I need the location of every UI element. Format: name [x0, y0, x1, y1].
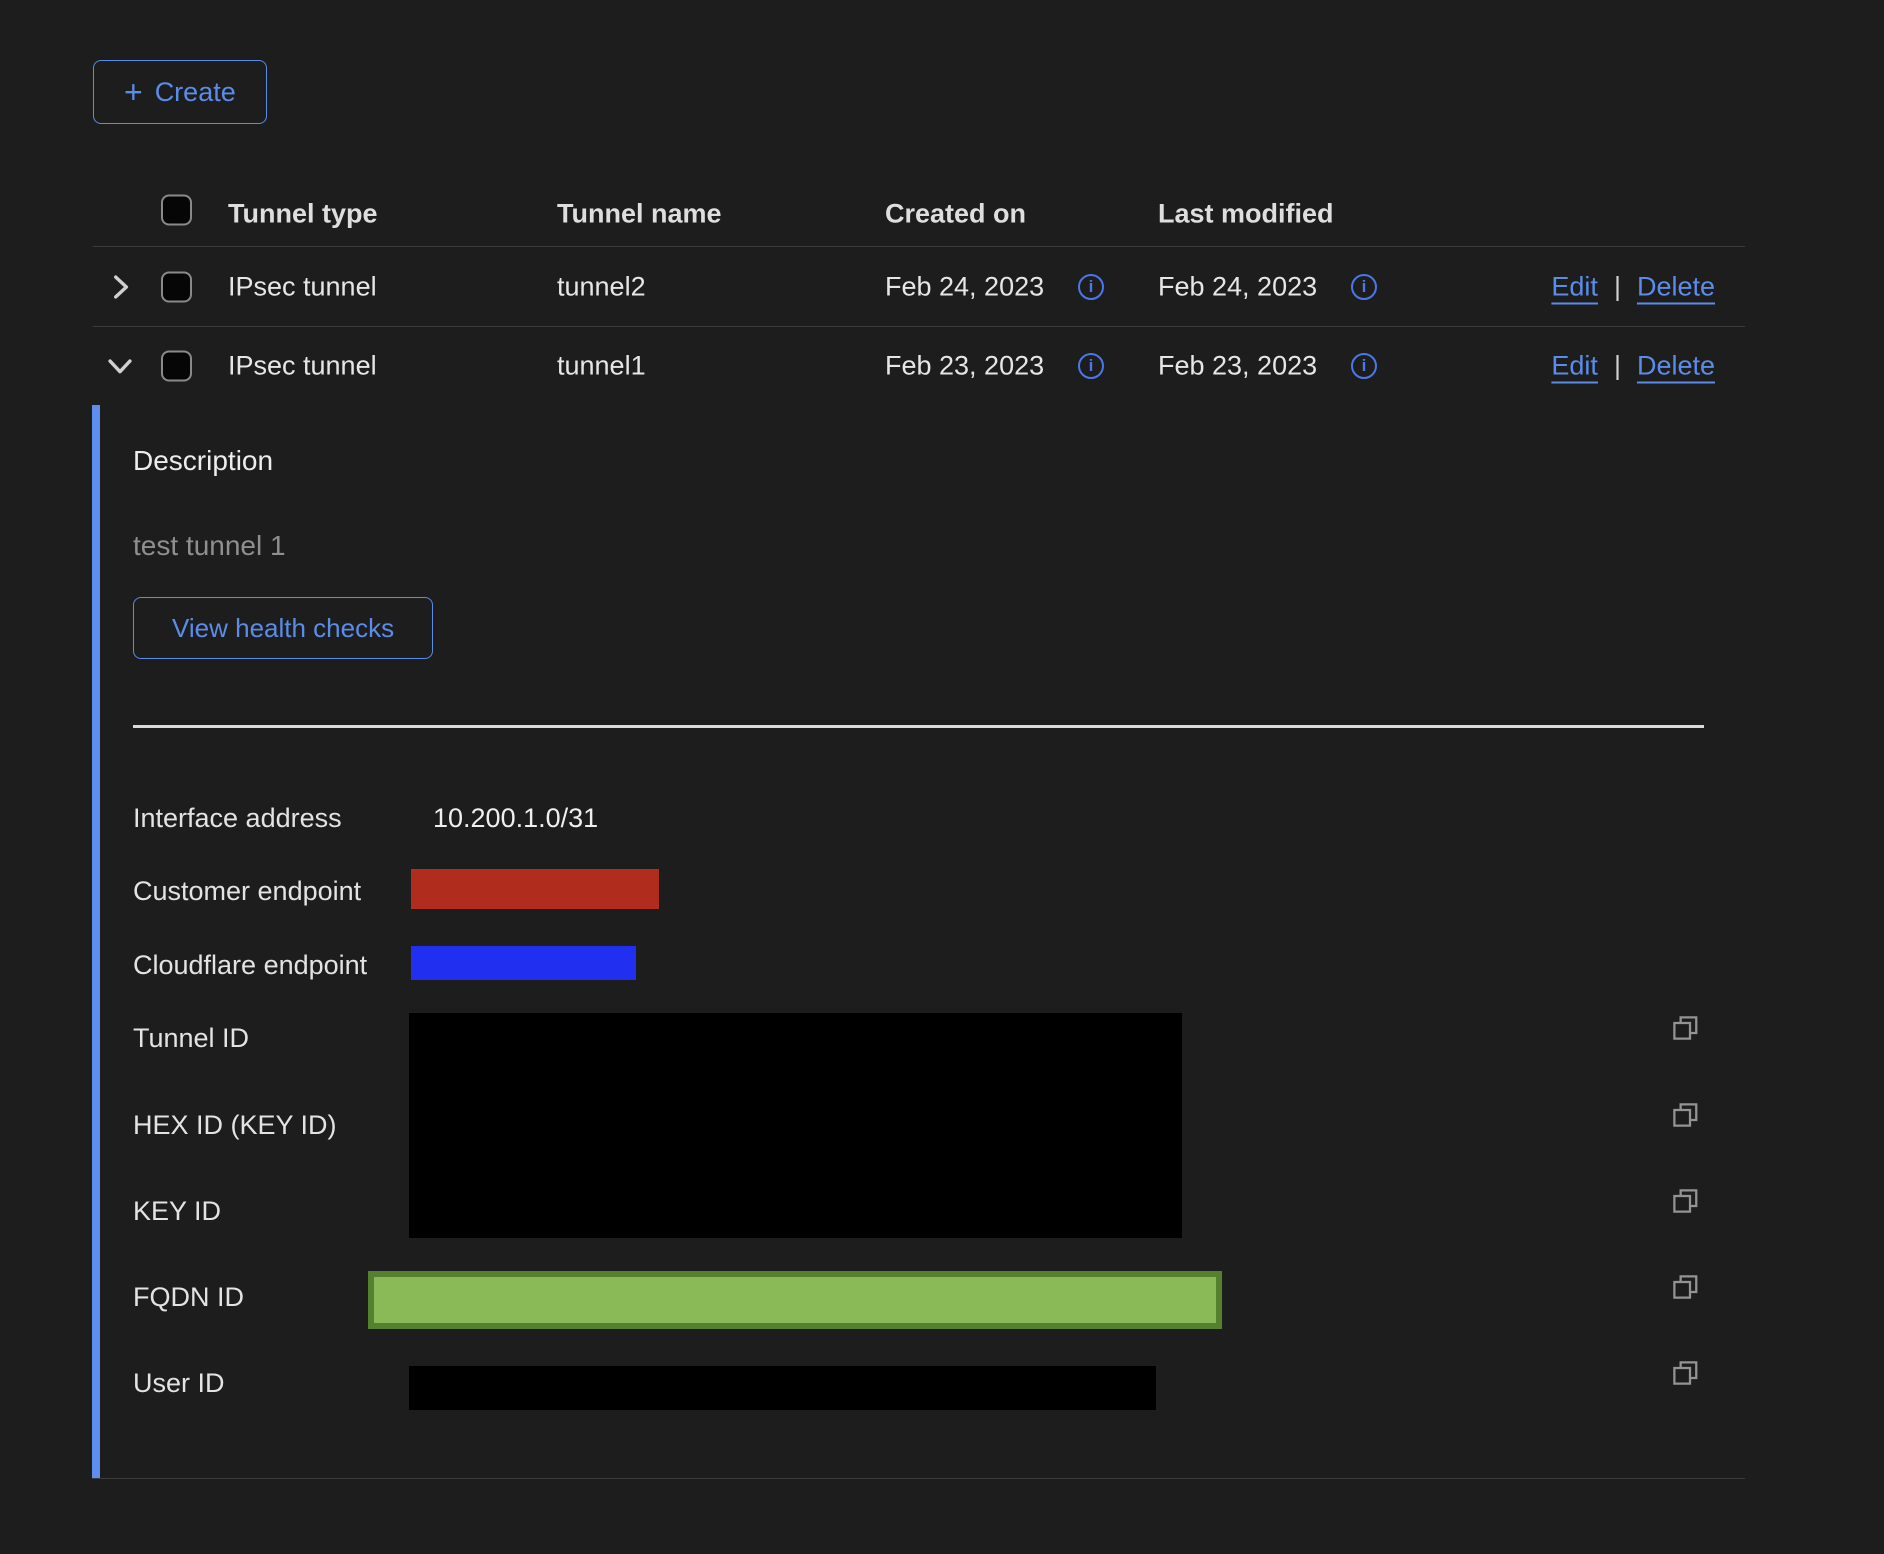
customer-endpoint-redacted-value [411, 869, 659, 909]
table-row-tunnel2: IPsec tunnel tunnel2 Feb 24, 2023 i Feb … [93, 247, 1745, 327]
key-id-label: KEY ID [133, 1196, 221, 1227]
view-health-checks-label: View health checks [172, 613, 394, 644]
tunnel-type-cell: IPsec tunnel [228, 351, 377, 382]
header-tunnel-name: Tunnel name [557, 199, 722, 230]
interface-address-value: 10.200.1.0/31 [433, 803, 598, 834]
header-tunnel-type: Tunnel type [228, 199, 378, 230]
last-modified-cell: Feb 23, 2023 [1158, 351, 1317, 382]
hex-id-label: HEX ID (KEY ID) [133, 1110, 337, 1141]
row-checkbox[interactable] [161, 351, 192, 382]
fqdn-id-label: FQDN ID [133, 1282, 244, 1313]
fqdn-id-redacted-value [368, 1271, 1222, 1329]
created-info-icon[interactable]: i [1078, 353, 1104, 379]
copy-icon[interactable] [1670, 1186, 1700, 1216]
edit-link[interactable]: Edit [1551, 271, 1598, 302]
create-button-label: Create [155, 77, 236, 108]
delete-link[interactable]: Delete [1637, 271, 1715, 302]
plus-icon: + [124, 76, 143, 108]
section-divider [133, 725, 1704, 728]
row-actions: Edit | Delete [1551, 271, 1715, 302]
created-info-icon[interactable]: i [1078, 274, 1104, 300]
description-value: test tunnel 1 [133, 530, 286, 562]
row-checkbox[interactable] [161, 271, 192, 302]
modified-info-icon[interactable]: i [1351, 274, 1377, 300]
tunnels-page: + Create Tunnel type Tunnel name Created… [0, 0, 1884, 1554]
tunnels-table: Tunnel type Tunnel name Created on Last … [93, 182, 1745, 405]
copy-icon[interactable] [1670, 1358, 1700, 1388]
tunnel-type-cell: IPsec tunnel [228, 271, 377, 302]
ids-redacted-value [409, 1013, 1182, 1238]
user-id-redacted-value [409, 1366, 1156, 1410]
chevron-right-icon[interactable] [103, 270, 137, 304]
header-last-modified: Last modified [1158, 199, 1334, 230]
tunnel-name-cell: tunnel1 [557, 351, 646, 382]
action-separator: | [1614, 271, 1621, 302]
select-all-checkbox[interactable] [161, 195, 192, 226]
view-health-checks-button[interactable]: View health checks [133, 597, 433, 659]
customer-endpoint-label: Customer endpoint [133, 876, 361, 907]
cloudflare-endpoint-label: Cloudflare endpoint [133, 950, 367, 981]
header-created-on: Created on [885, 199, 1026, 230]
tunnel-id-label: Tunnel ID [133, 1023, 249, 1054]
user-id-label: User ID [133, 1368, 225, 1399]
interface-address-label: Interface address [133, 803, 342, 834]
expanded-tunnel-panel: Description test tunnel 1 View health ch… [92, 405, 1745, 1479]
delete-link[interactable]: Delete [1637, 351, 1715, 382]
table-row-tunnel1: IPsec tunnel tunnel1 Feb 23, 2023 i Feb … [93, 327, 1745, 405]
edit-link[interactable]: Edit [1551, 351, 1598, 382]
expanded-indicator-bar [92, 405, 100, 1478]
chevron-down-icon[interactable] [103, 349, 137, 383]
table-header-row: Tunnel type Tunnel name Created on Last … [93, 182, 1745, 247]
tunnel-name-cell: tunnel2 [557, 271, 646, 302]
created-on-cell: Feb 24, 2023 [885, 271, 1044, 302]
row-actions: Edit | Delete [1551, 351, 1715, 382]
action-separator: | [1614, 351, 1621, 382]
copy-icon[interactable] [1670, 1013, 1700, 1043]
cloudflare-endpoint-redacted-value [411, 946, 636, 980]
copy-icon[interactable] [1670, 1100, 1700, 1130]
create-button[interactable]: + Create [93, 60, 267, 124]
description-label: Description [133, 445, 273, 477]
created-on-cell: Feb 23, 2023 [885, 351, 1044, 382]
copy-icon[interactable] [1670, 1272, 1700, 1302]
last-modified-cell: Feb 24, 2023 [1158, 271, 1317, 302]
modified-info-icon[interactable]: i [1351, 353, 1377, 379]
